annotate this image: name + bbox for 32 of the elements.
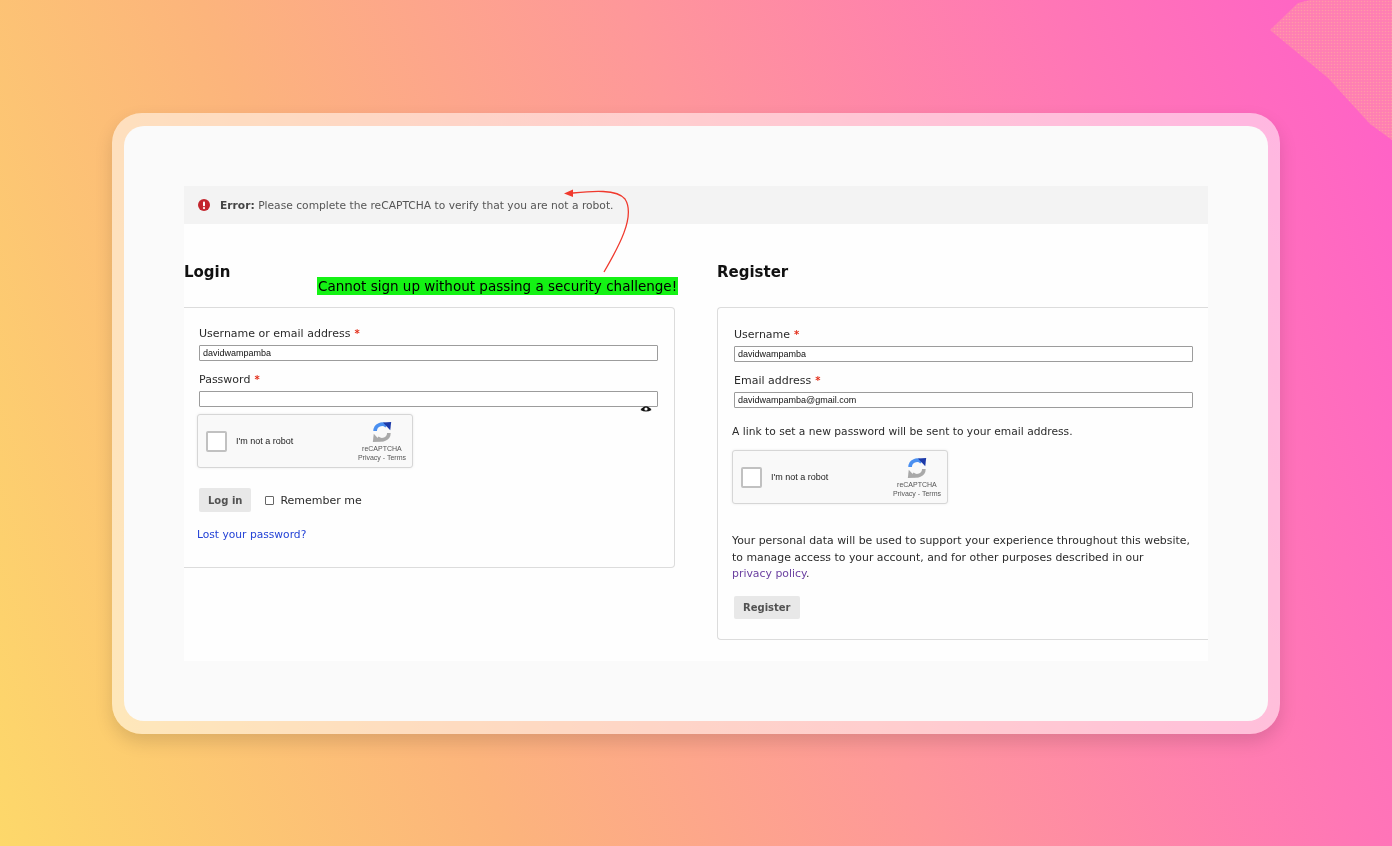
text-input[interactable]: davidwampamba bbox=[199, 345, 658, 361]
annotation-label: Cannot sign up without passing a security challenge! bbox=[317, 277, 679, 295]
register-heading: Register bbox=[717, 262, 789, 282]
remember-label: Remember me bbox=[280, 493, 362, 507]
captcha-label: I'm not a robot bbox=[236, 436, 294, 446]
login-button[interactable]: Log in bbox=[199, 488, 252, 512]
error-message: Error: Please complete the reCAPTCHA to verify that you are not a robot. bbox=[220, 198, 614, 212]
required-asterisk: * bbox=[354, 327, 360, 340]
alert-icon bbox=[198, 199, 210, 211]
password-note: A link to set a new password will be sent to your email address. bbox=[732, 425, 1074, 438]
required-asterisk: * bbox=[254, 373, 260, 386]
field-label: Username or email address bbox=[199, 327, 351, 340]
privacy-notice: Your personal data will be used to support your experience throughout this website, to manage access to your account, and for other purposes described in our privacy policy. bbox=[732, 533, 1191, 582]
required-asterisk: * bbox=[815, 374, 821, 387]
privacy-policy-link[interactable]: privacy policy bbox=[732, 567, 806, 580]
login-heading: Login bbox=[184, 262, 231, 282]
required-asterisk: * bbox=[794, 328, 800, 341]
captcha-checkbox[interactable] bbox=[741, 466, 762, 488]
field-label: Email address bbox=[734, 374, 812, 387]
remember-checkbox[interactable] bbox=[265, 495, 275, 505]
eye-icon[interactable] bbox=[640, 404, 652, 412]
text-input[interactable] bbox=[199, 391, 658, 407]
text-input[interactable]: davidwampamba bbox=[734, 346, 1193, 362]
field-label: Username bbox=[734, 328, 791, 341]
lost-password-link[interactable]: Lost your password? bbox=[197, 528, 307, 541]
captcha-label: I'm not a robot bbox=[771, 472, 829, 482]
captcha-checkbox[interactable] bbox=[206, 430, 227, 452]
circular-arrows-icon bbox=[370, 420, 393, 443]
register-button[interactable]: Register bbox=[734, 595, 800, 619]
text-input[interactable]: davidwampamba@gmail.com bbox=[734, 392, 1193, 408]
field-label: Password bbox=[199, 373, 251, 386]
circular-arrows-icon bbox=[905, 456, 928, 479]
